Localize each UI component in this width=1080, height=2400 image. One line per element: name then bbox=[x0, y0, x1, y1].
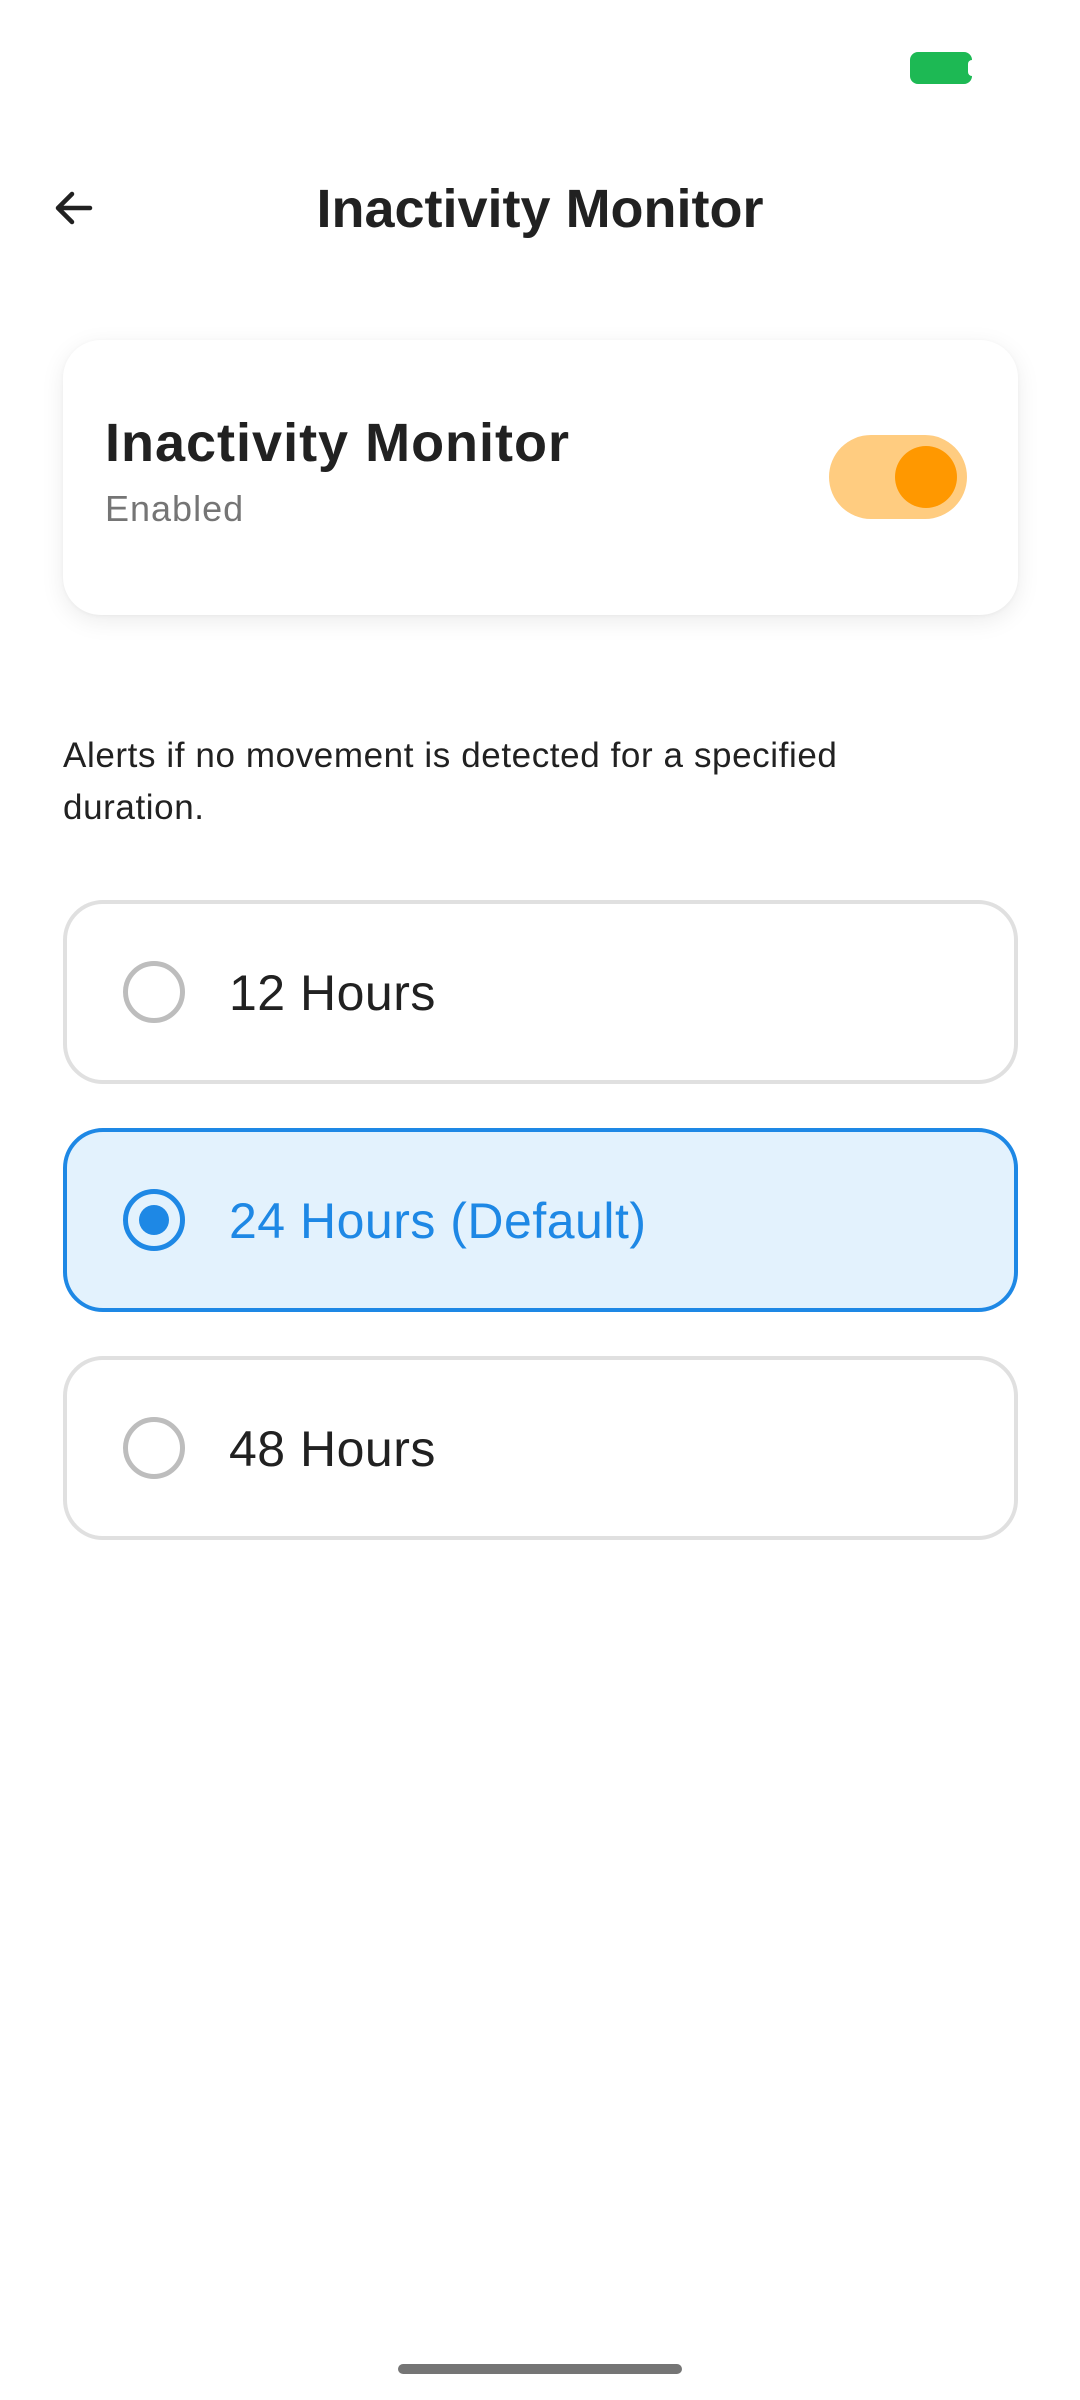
radio-checked-icon bbox=[123, 1189, 185, 1251]
battery-tip bbox=[968, 60, 976, 76]
card-title: Inactivity Monitor bbox=[105, 413, 571, 473]
card-status: Enabled bbox=[105, 488, 245, 529]
home-indicator[interactable] bbox=[398, 2364, 682, 2374]
toggle-thumb bbox=[895, 446, 957, 508]
page-title: Inactivity Monitor bbox=[316, 179, 764, 239]
radio-dot bbox=[139, 1205, 169, 1235]
app-bar: Inactivity Monitor bbox=[0, 150, 1080, 270]
option-label: 48 Hours bbox=[229, 1421, 436, 1477]
status-bar bbox=[0, 0, 1080, 120]
radio-unchecked-icon bbox=[123, 1417, 185, 1479]
option-label: 12 Hours bbox=[229, 965, 436, 1021]
monitor-toggle[interactable] bbox=[829, 435, 967, 519]
radio-unchecked-icon bbox=[123, 961, 185, 1023]
screen: Inactivity Monitor Inactivity Monitor En… bbox=[0, 0, 1080, 2400]
option-48-hours[interactable]: 48 Hours bbox=[63, 1356, 1018, 1540]
monitor-card: Inactivity Monitor Enabled bbox=[63, 340, 1018, 615]
battery-icon bbox=[910, 52, 972, 84]
option-label: 24 Hours (Default) bbox=[229, 1193, 647, 1249]
option-12-hours[interactable]: 12 Hours bbox=[63, 900, 1018, 1084]
option-24-hours[interactable]: 24 Hours (Default) bbox=[63, 1128, 1018, 1312]
description-text: Alerts if no movement is detected for a … bbox=[63, 736, 838, 827]
